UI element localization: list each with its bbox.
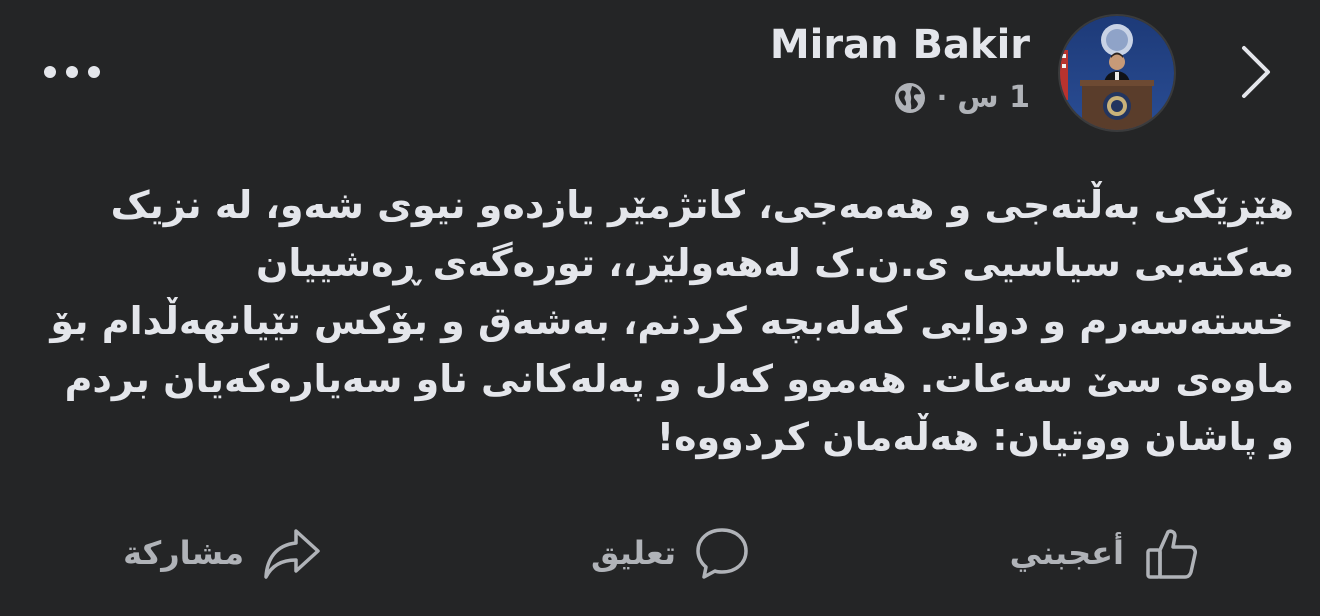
more-options-button[interactable] — [36, 56, 108, 88]
like-button[interactable]: أعجبني — [1010, 518, 1202, 588]
thumbs-up-icon — [1146, 529, 1197, 579]
comment-label: تعليق — [590, 534, 676, 572]
like-label: أعجبني — [1009, 534, 1124, 572]
share-arrow-icon — [264, 529, 320, 579]
share-button[interactable]: مشاركة — [123, 518, 324, 588]
globe-icon — [894, 82, 925, 113]
meta-separator: · — [936, 81, 948, 114]
share-label: مشاركة — [123, 534, 244, 572]
author-name[interactable]: Miran Bakir — [770, 22, 1030, 68]
comment-button[interactable]: تعليق — [591, 518, 752, 588]
author-avatar[interactable] — [1058, 14, 1176, 132]
post-time[interactable]: 1 س — [957, 80, 1030, 115]
more-dots-icon — [44, 66, 100, 78]
comment-bubble-icon — [696, 528, 748, 579]
chevron-right-icon[interactable] — [1232, 42, 1280, 102]
post-meta: · 1 س — [893, 80, 1030, 115]
post-text: هێزێکی بەڵتەجی و هەمەجی، کاتژمێر یازدەو … — [50, 183, 1294, 459]
avatar-image — [1060, 16, 1174, 130]
post-card: Miran Bakir · 1 س هێزێکی بەڵتەجی و هەمەج… — [0, 0, 1320, 616]
action-bar: أعجبني تعليق مشاركة — [0, 518, 1320, 588]
